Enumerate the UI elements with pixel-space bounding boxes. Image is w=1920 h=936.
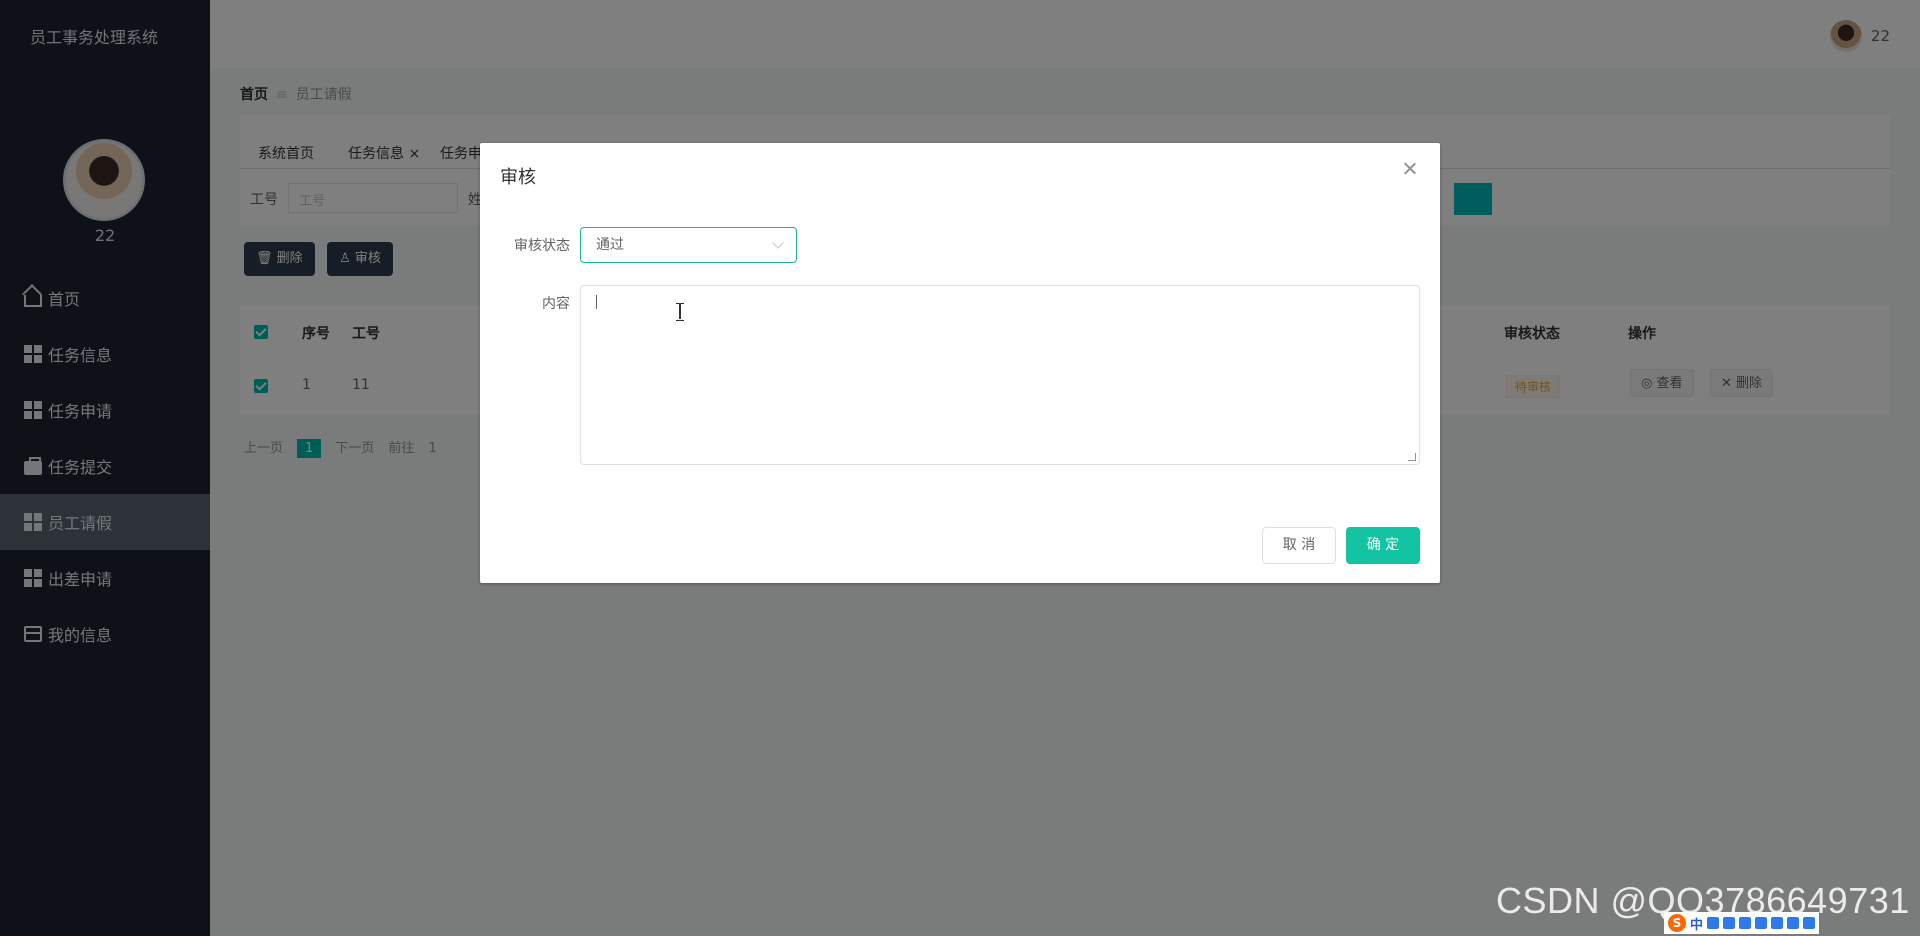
ime-punct-icon[interactable] [1707, 917, 1720, 929]
ibeam-cursor-icon [676, 303, 684, 321]
sogou-logo-icon[interactable]: S [1668, 914, 1686, 932]
close-icon[interactable] [1402, 161, 1418, 177]
content-textarea[interactable] [580, 285, 1420, 465]
ime-lang-toggle[interactable]: 中 [1690, 914, 1703, 933]
keyboard-icon[interactable] [1739, 917, 1752, 929]
content-label: 内容 [542, 296, 570, 312]
cancel-button[interactable]: 取 消 [1262, 527, 1336, 564]
ime-tray: S 中 [1664, 912, 1820, 934]
status-select[interactable]: 通过 [580, 227, 797, 263]
apps-icon[interactable] [1787, 917, 1800, 929]
status-label: 审核状态 [514, 238, 570, 254]
audit-dialog: 审核 审核状态 通过 内容 取 消 确 定 [480, 143, 1440, 583]
microphone-icon[interactable] [1723, 917, 1736, 929]
dialog-title: 审核 [500, 167, 536, 188]
status-select-value: 通过 [596, 237, 624, 253]
skin-icon[interactable] [1755, 917, 1768, 929]
confirm-button[interactable]: 确 定 [1346, 527, 1420, 564]
resize-handle-icon[interactable] [1408, 453, 1416, 461]
game-icon[interactable] [1771, 917, 1784, 929]
settings-icon[interactable] [1803, 917, 1816, 929]
text-caret [596, 295, 597, 309]
chevron-down-icon [772, 237, 784, 249]
